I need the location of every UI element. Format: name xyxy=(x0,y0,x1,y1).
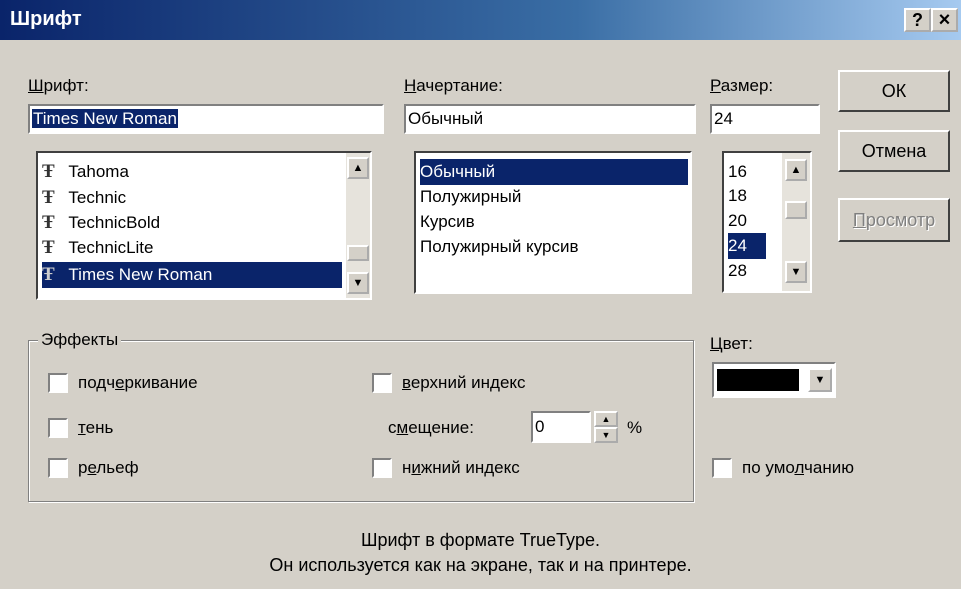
size-item-28[interactable]: 28 xyxy=(728,258,766,284)
preview-button[interactable]: Просмотр xyxy=(838,198,950,242)
offset-unit: % xyxy=(627,418,643,437)
scroll-thumb[interactable] xyxy=(785,201,807,219)
superscript-label: верхний индекс xyxy=(402,373,526,392)
default-checkbox[interactable] xyxy=(712,458,732,478)
info-line-1: Шрифт в формате TrueType. xyxy=(360,530,601,550)
style-listbox[interactable]: Обычный Полужирный Курсив Полужирный кур… xyxy=(414,151,692,294)
scroll-down-icon[interactable]: ▼ xyxy=(785,261,807,283)
truetype-icon: Ŧ xyxy=(42,237,55,258)
font-name-value: Times New Roman xyxy=(32,109,178,128)
style-item-regular[interactable]: Обычный xyxy=(420,159,688,185)
style-item-italic[interactable]: Курсив xyxy=(420,209,688,235)
default-label: по умолчанию xyxy=(742,458,854,477)
font-label: Шрифт: xyxy=(28,76,89,95)
close-button[interactable]: × xyxy=(931,8,958,32)
truetype-icon: Ŧ xyxy=(42,212,55,233)
info-line-2: Он используется как на экране, так и на … xyxy=(269,555,692,575)
font-item-times-new-roman[interactable]: Ŧ Times New Roman xyxy=(42,262,342,288)
help-button[interactable]: ? xyxy=(904,8,931,32)
font-dialog: Шрифт ? × Шрифт: Times New Roman Ŧ Tahom… xyxy=(0,0,961,589)
color-select[interactable]: ▼ xyxy=(712,362,836,398)
color-swatch xyxy=(717,369,799,391)
style-label: Начертание: xyxy=(404,76,503,95)
emboss-label: рельеф xyxy=(78,458,139,477)
emboss-checkbox[interactable] xyxy=(48,458,68,478)
underline-label: подчеркивание xyxy=(78,373,198,392)
offset-input[interactable]: 0 xyxy=(531,411,591,443)
offset-spinner[interactable]: ▲ ▼ xyxy=(594,411,618,443)
style-item-bold-italic[interactable]: Полужирный курсив xyxy=(420,234,688,260)
truetype-icon: Ŧ xyxy=(42,161,55,182)
style-input[interactable]: Обычный xyxy=(404,104,696,134)
size-listbox[interactable]: 16 18 20 24 28 ▲ ▼ xyxy=(722,151,812,293)
truetype-icon: Ŧ xyxy=(42,187,55,208)
font-item-tahoma[interactable]: Ŧ Tahoma xyxy=(42,159,342,185)
scroll-up-icon[interactable]: ▲ xyxy=(785,159,807,181)
size-scrollbar[interactable]: ▲ ▼ xyxy=(782,153,810,291)
size-label: Размер: xyxy=(710,76,774,95)
subscript-checkbox[interactable] xyxy=(372,458,392,478)
size-input[interactable]: 24 xyxy=(710,104,820,134)
size-item-20[interactable]: 20 xyxy=(728,208,766,234)
font-name-input[interactable]: Times New Roman xyxy=(28,104,384,134)
font-item-techniclite[interactable]: Ŧ TechnicLite xyxy=(42,235,342,261)
title-bar: Шрифт ? × xyxy=(0,0,961,40)
shadow-label: тень xyxy=(78,418,114,437)
scroll-down-icon[interactable]: ▼ xyxy=(347,272,369,294)
color-label: Цвет: xyxy=(710,334,753,353)
offset-label: смещение: xyxy=(388,418,474,437)
font-listbox[interactable]: Ŧ Tahoma Ŧ Technic Ŧ TechnicBold Ŧ Techn… xyxy=(36,151,372,300)
superscript-checkbox[interactable] xyxy=(372,373,392,393)
underline-checkbox[interactable] xyxy=(48,373,68,393)
spin-up-icon[interactable]: ▲ xyxy=(594,411,618,427)
chevron-down-icon[interactable]: ▼ xyxy=(808,368,832,392)
window-title: Шрифт xyxy=(10,8,82,30)
size-item-24[interactable]: 24 xyxy=(728,233,766,259)
subscript-label: нижний индекс xyxy=(402,458,520,477)
scroll-up-icon[interactable]: ▲ xyxy=(347,157,369,179)
spin-down-icon[interactable]: ▼ xyxy=(594,427,618,443)
cancel-button[interactable]: Отмена xyxy=(838,130,950,172)
ok-button[interactable]: ОК xyxy=(838,70,950,112)
size-item-16[interactable]: 16 xyxy=(728,159,766,185)
shadow-checkbox[interactable] xyxy=(48,418,68,438)
font-scrollbar[interactable]: ▲ ▼ xyxy=(346,153,370,298)
scroll-thumb[interactable] xyxy=(347,245,369,261)
font-item-technicbold[interactable]: Ŧ TechnicBold xyxy=(42,210,342,236)
size-item-18[interactable]: 18 xyxy=(728,183,766,209)
effects-group-title: Эффекты xyxy=(38,330,122,350)
truetype-icon: Ŧ xyxy=(42,264,55,285)
font-item-technic[interactable]: Ŧ Technic xyxy=(42,185,342,211)
style-item-bold[interactable]: Полужирный xyxy=(420,184,688,210)
